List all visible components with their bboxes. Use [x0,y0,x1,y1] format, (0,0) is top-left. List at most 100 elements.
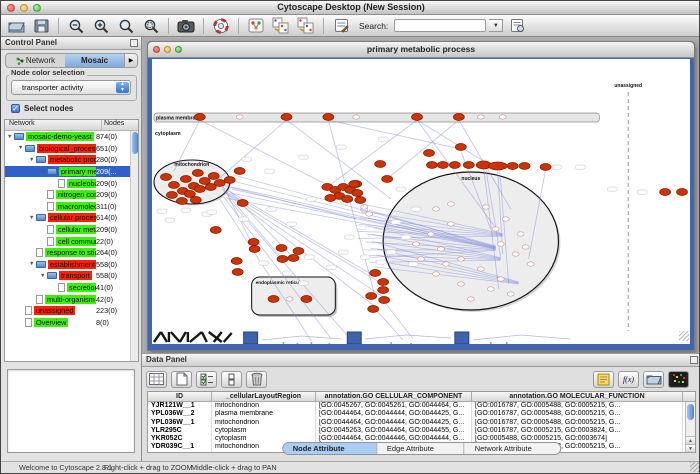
network-node-small[interactable] [437,247,444,251]
annotation-icon[interactable] [330,16,352,35]
network-node[interactable] [463,162,474,169]
merge-networks-icon[interactable] [270,16,292,35]
network-node[interactable] [237,200,248,207]
notes-icon[interactable] [593,371,614,388]
network-node-small[interactable] [522,245,529,249]
network-node-small[interactable] [527,262,534,266]
network-node[interactable] [375,161,386,168]
disclosure-triangle-icon[interactable]: ▼ [29,215,36,221]
network-node[interactable] [234,168,245,175]
tree-row[interactable]: ▼transport558(0) [5,270,130,282]
network-node-small[interactable] [353,115,360,119]
network-node[interactable] [160,174,171,181]
session-note-icon[interactable] [506,16,528,35]
network-node[interactable] [224,177,235,184]
zoom-out-icon[interactable] [65,16,87,35]
float-data-panel-icon[interactable] [690,356,698,364]
tree-row[interactable]: ▼biological_process651(0) [5,143,130,155]
network-node-small[interactable] [432,272,439,276]
network-node[interactable] [276,245,287,252]
network-node-small[interactable] [457,257,464,261]
tree-row[interactable]: ▼cellular process614(0) [5,212,130,224]
network-node[interactable] [449,162,460,169]
column-header[interactable]: annotation.GO MOLECULAR_FUNCTION [472,392,683,401]
network-node[interactable] [277,256,288,263]
network-node[interactable] [540,164,551,171]
network-node[interactable] [249,246,260,253]
table-row[interactable]: YPL036W__2plasma membrane[GO:0044464, GO… [148,410,695,418]
tree-row[interactable]: ▼mosaic-demo-yeast874(0) [5,131,130,143]
tree-row[interactable]: cell communicat22(0) [5,235,130,247]
zoom-selected-icon[interactable] [115,16,137,35]
network-node[interactable] [180,176,191,183]
new-attribute-icon[interactable] [171,371,192,388]
network-node-small[interactable] [236,115,243,119]
network-node-small[interactable] [497,277,504,281]
disclosure-triangle-icon[interactable]: ▼ [7,134,14,140]
network-node[interactable] [192,170,203,177]
column-header[interactable]: _cellularLayoutRegion [212,392,316,401]
network-node[interactable] [660,189,671,196]
tree-header-network[interactable]: Network [5,120,102,130]
network-node[interactable] [194,114,205,121]
search-dropdown-button[interactable]: ▼ [489,19,503,32]
network-node[interactable] [437,162,448,169]
compartment-plasma-membrane[interactable] [154,113,599,122]
snapshot-camera-icon[interactable] [175,16,197,35]
network-node[interactable] [379,297,390,304]
table-row[interactable]: YJR121W__1mitochondrion[GO:0045267, GO:0… [148,402,695,410]
app-resize-grip[interactable] [690,462,700,472]
disclosure-triangle-icon[interactable]: ▼ [40,169,47,175]
network-node-small[interactable] [418,257,425,261]
network-node[interactable] [366,293,377,300]
network-node-small[interactable] [497,242,504,246]
network-node[interactable] [301,296,312,303]
network-canvas[interactable]: plasma membranecytoplasmmitochondrionnuc… [152,59,690,344]
network-node[interactable] [455,144,466,151]
network-node[interactable] [268,296,279,303]
network-node-small[interactable] [442,262,449,266]
window-resize-grip[interactable] [679,331,689,341]
network-node-small[interactable] [413,242,420,246]
network-node[interactable] [378,287,389,294]
disclosure-triangle-icon[interactable]: ▼ [29,157,36,163]
tab-network-attribute-browser[interactable]: Network Attribute Browser [465,443,561,454]
network-node-small[interactable] [447,202,454,206]
merge-networks-alt-icon[interactable] [295,16,317,35]
network-node-small[interactable] [467,297,474,301]
network-node[interactable] [519,163,530,170]
network-node[interactable] [176,198,187,205]
tabs-overflow-arrow[interactable]: ▶ [124,54,137,67]
tree-header-nodes[interactable]: Nodes [102,120,138,130]
network-node[interactable] [210,227,221,234]
network-window-titlebar[interactable]: primary metabolic process [148,42,694,58]
network-node-small[interactable] [512,252,519,256]
network-node[interactable] [166,192,177,199]
float-panel-icon[interactable] [130,39,138,47]
network-node[interactable] [208,173,219,180]
column-header[interactable]: ID [148,392,212,401]
network-node[interactable] [281,114,292,121]
save-icon[interactable] [30,16,52,35]
network-node[interactable] [677,189,688,196]
network-node-small[interactable] [477,115,484,119]
network-node[interactable] [352,190,363,197]
birdseye-view[interactable] [7,369,135,453]
network-node[interactable] [168,182,179,189]
network-node[interactable] [232,269,243,276]
disclosure-triangle-icon[interactable]: ▼ [40,273,47,279]
tree-row[interactable]: ▼primary metabo209(... [5,166,130,178]
import-attributes-icon[interactable] [643,371,664,388]
network-node[interactable] [355,197,366,204]
select-nodes-checkbox[interactable]: ✓ [11,104,20,113]
network-node[interactable] [248,239,259,246]
network-node-small[interactable] [492,227,499,231]
network-node[interactable] [293,248,304,255]
network-node[interactable] [368,306,379,313]
network-node-small[interactable] [499,115,506,119]
tree-row[interactable]: secretion41(0) [5,282,130,294]
column-header[interactable]: annotation.GO CELLULAR_COMPONENT [316,392,472,401]
select-attributes-icon[interactable] [146,371,167,388]
tree-scrollbar[interactable] [130,131,138,361]
network-node-small[interactable] [366,212,373,216]
